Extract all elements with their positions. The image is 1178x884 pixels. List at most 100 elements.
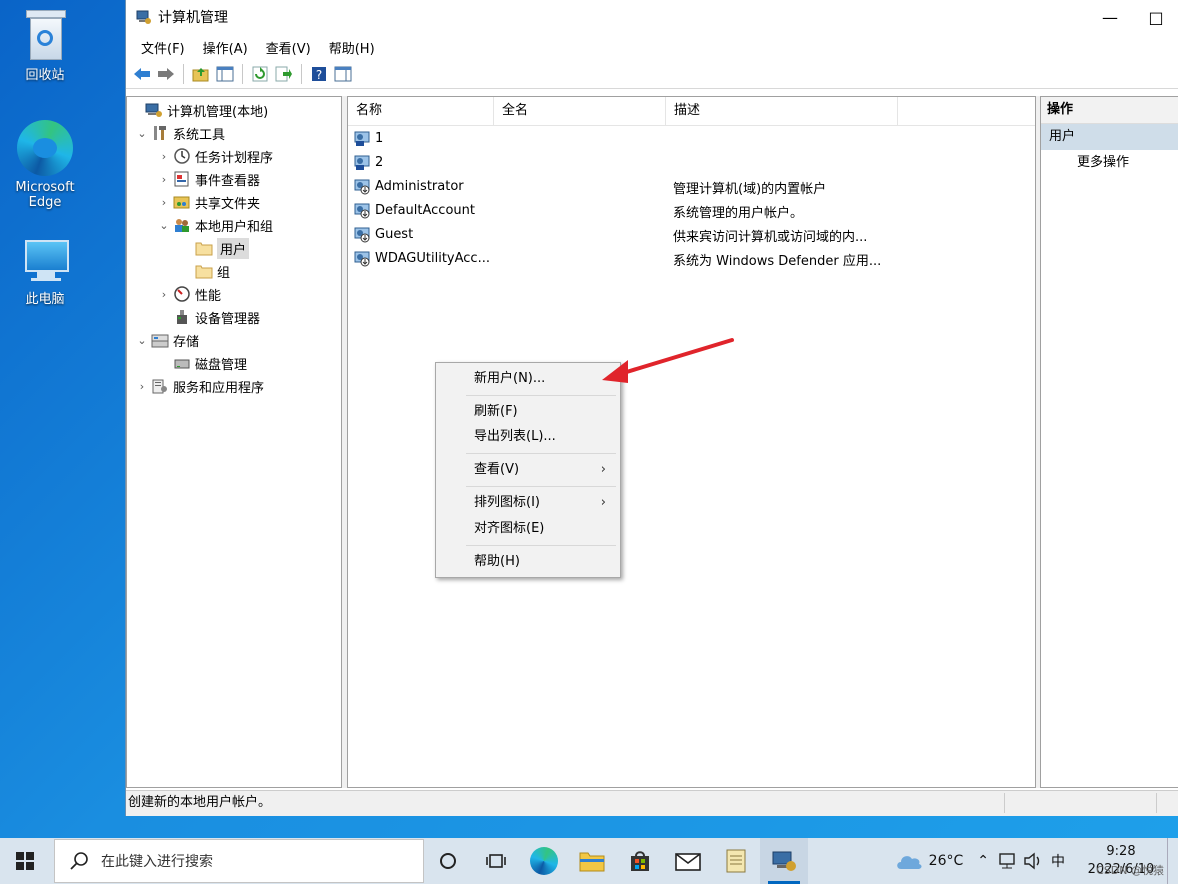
desktop-icon-label: 此电脑 xyxy=(25,292,65,307)
context-menu-export-list[interactable]: 导出列表(L)... xyxy=(436,425,620,449)
title-bar[interactable]: 计算机管理 — □ xyxy=(126,0,1178,34)
status-bar: 创建新的本地用户帐户。 xyxy=(126,790,1178,816)
show-hide-action-pane-icon[interactable] xyxy=(332,63,354,85)
context-menu-refresh[interactable]: 刷新(F) xyxy=(436,400,620,424)
refresh-icon[interactable] xyxy=(249,63,271,85)
export-list-icon[interactable] xyxy=(273,63,295,85)
tree-item-disk-management[interactable]: 磁盘管理 xyxy=(157,352,247,374)
toolbar: ? xyxy=(126,60,1178,89)
tree-item-task-scheduler[interactable]: › 任务计划程序 xyxy=(157,145,273,167)
submenu-arrow-icon: › xyxy=(600,462,606,477)
back-arrow-icon[interactable] xyxy=(131,63,153,85)
chevron-right-icon[interactable]: › xyxy=(135,380,149,393)
context-menu-view[interactable]: 查看(V) › xyxy=(436,458,620,482)
show-desktop-button[interactable] xyxy=(1167,838,1178,884)
weather-widget[interactable]: 26°C xyxy=(895,851,964,871)
menu-view[interactable]: 查看(V) xyxy=(257,38,320,57)
computer-management-icon xyxy=(145,103,162,117)
folder-icon xyxy=(579,852,605,872)
clock-icon xyxy=(174,148,190,164)
computer-management-icon xyxy=(136,10,151,24)
notepad-icon xyxy=(726,849,746,873)
desktop-icon-recycle-bin[interactable]: 回收站 xyxy=(2,10,88,83)
desktop-icon-edge[interactable]: Microsoft Edge xyxy=(2,120,88,210)
more-actions-link[interactable]: 更多操作 xyxy=(1041,150,1178,176)
store-icon xyxy=(631,851,649,871)
minimize-button[interactable]: — xyxy=(1087,0,1133,34)
chevron-right-icon[interactable]: › xyxy=(157,150,171,163)
chevron-down-icon[interactable]: ⌄ xyxy=(157,219,171,232)
input-method-indicator[interactable]: 中 xyxy=(1051,851,1065,871)
table-row[interactable]: 2 xyxy=(348,150,1035,174)
tree-item-system-tools[interactable]: ⌄ 系统工具 xyxy=(135,122,225,144)
tree-item-device-manager[interactable]: 设备管理器 xyxy=(157,306,260,328)
context-menu-new-user[interactable]: 新用户(N)... xyxy=(436,367,620,391)
chevron-down-icon[interactable]: ⌄ xyxy=(135,334,149,347)
tree-item-groups[interactable]: 组 xyxy=(179,260,230,282)
search-icon xyxy=(70,852,88,870)
taskbar-edge[interactable] xyxy=(520,838,568,884)
table-row[interactable]: Guest 供来宾访问计算机或访问域的内... xyxy=(348,222,1035,246)
folder-icon xyxy=(195,265,213,279)
task-view-button[interactable] xyxy=(424,838,472,884)
disabled-user-icon xyxy=(354,251,370,267)
tree-item-local-users-groups[interactable]: ⌄ 本地用户和组 xyxy=(157,214,273,236)
chevron-right-icon[interactable]: › xyxy=(157,173,171,186)
column-header-description[interactable]: 描述 xyxy=(666,97,898,125)
volume-icon[interactable] xyxy=(1023,852,1043,870)
circle-icon xyxy=(440,853,456,869)
tree-item-services-applications[interactable]: › 服务和应用程序 xyxy=(135,375,264,397)
chevron-right-icon[interactable]: › xyxy=(157,196,171,209)
taskbar-file-explorer[interactable] xyxy=(568,838,616,884)
start-button[interactable] xyxy=(0,838,50,884)
column-header-full-name[interactable]: 全名 xyxy=(494,97,666,125)
context-menu-arrange-icons[interactable]: 排列图标(I) › xyxy=(436,491,620,515)
widgets-button[interactable] xyxy=(472,838,520,884)
taskbar: 在此键入进行搜索 26°C ⌃ 中 9:28 2022/6/10 xyxy=(0,838,1178,884)
maximize-button[interactable]: □ xyxy=(1133,0,1178,34)
tree-item-event-viewer[interactable]: › 事件查看器 xyxy=(157,168,260,190)
menu-file[interactable]: 文件(F) xyxy=(132,38,194,57)
menu-help[interactable]: 帮助(H) xyxy=(320,38,384,57)
up-folder-icon[interactable] xyxy=(190,63,212,85)
taskbar-mail[interactable] xyxy=(664,838,712,884)
device-manager-icon xyxy=(177,310,187,324)
table-row[interactable]: 1 xyxy=(348,126,1035,150)
desktop-icon-this-pc[interactable]: 此电脑 xyxy=(2,240,88,307)
chevron-right-icon[interactable]: › xyxy=(157,288,171,301)
window-title: 计算机管理 xyxy=(158,10,228,26)
user-icon xyxy=(354,155,370,170)
recycle-bin-icon xyxy=(24,10,66,60)
tree-item-users[interactable]: 用户 xyxy=(179,237,250,259)
actions-pane: 操作 用户 更多操作 xyxy=(1040,96,1178,788)
menu-action[interactable]: 操作(A) xyxy=(194,38,257,57)
desktop-icon-label: 回收站 xyxy=(25,68,65,83)
performance-gauge-icon xyxy=(174,286,190,302)
table-row[interactable]: DefaultAccount 系统管理的用户帐户。 xyxy=(348,198,1035,222)
storage-icon xyxy=(151,334,169,348)
help-icon[interactable]: ? xyxy=(308,63,330,85)
cloud-icon xyxy=(896,856,922,869)
chevron-down-icon[interactable]: ⌄ xyxy=(135,127,149,140)
taskbar-notepad[interactable] xyxy=(712,838,760,884)
tree-item-shared-folders[interactable]: › 共享文件夹 xyxy=(157,191,260,213)
network-icon[interactable] xyxy=(997,852,1017,870)
tree-item-computer-management[interactable]: 计算机管理(本地) xyxy=(129,99,268,121)
taskbar-store[interactable] xyxy=(616,838,664,884)
show-hide-tree-icon[interactable] xyxy=(214,63,236,85)
table-row[interactable]: Administrator 管理计算机(域)的内置帐户 xyxy=(348,174,1035,198)
chevron-up-icon[interactable]: ⌃ xyxy=(977,853,989,869)
tree-item-performance[interactable]: › 性能 xyxy=(157,283,221,305)
taskbar-search-box[interactable]: 在此键入进行搜索 xyxy=(54,839,424,883)
taskbar-computer-management[interactable] xyxy=(760,838,808,884)
forward-arrow-icon[interactable] xyxy=(155,63,177,85)
disk-icon xyxy=(174,359,190,369)
desktop-icon-label: Microsoft Edge xyxy=(15,180,75,210)
context-menu-line-up-icons[interactable]: 对齐图标(E) xyxy=(436,517,620,541)
table-row[interactable]: WDAGUtilityAcc... 系统为 Windows Defender 应… xyxy=(348,246,1035,270)
tree-item-storage[interactable]: ⌄ 存储 xyxy=(135,329,199,351)
column-header-name[interactable]: 名称 xyxy=(348,97,494,125)
context-menu-help[interactable]: 帮助(H) xyxy=(436,550,620,574)
actions-section-users[interactable]: 用户 xyxy=(1041,124,1178,150)
weather-temperature: 26°C xyxy=(928,853,964,869)
